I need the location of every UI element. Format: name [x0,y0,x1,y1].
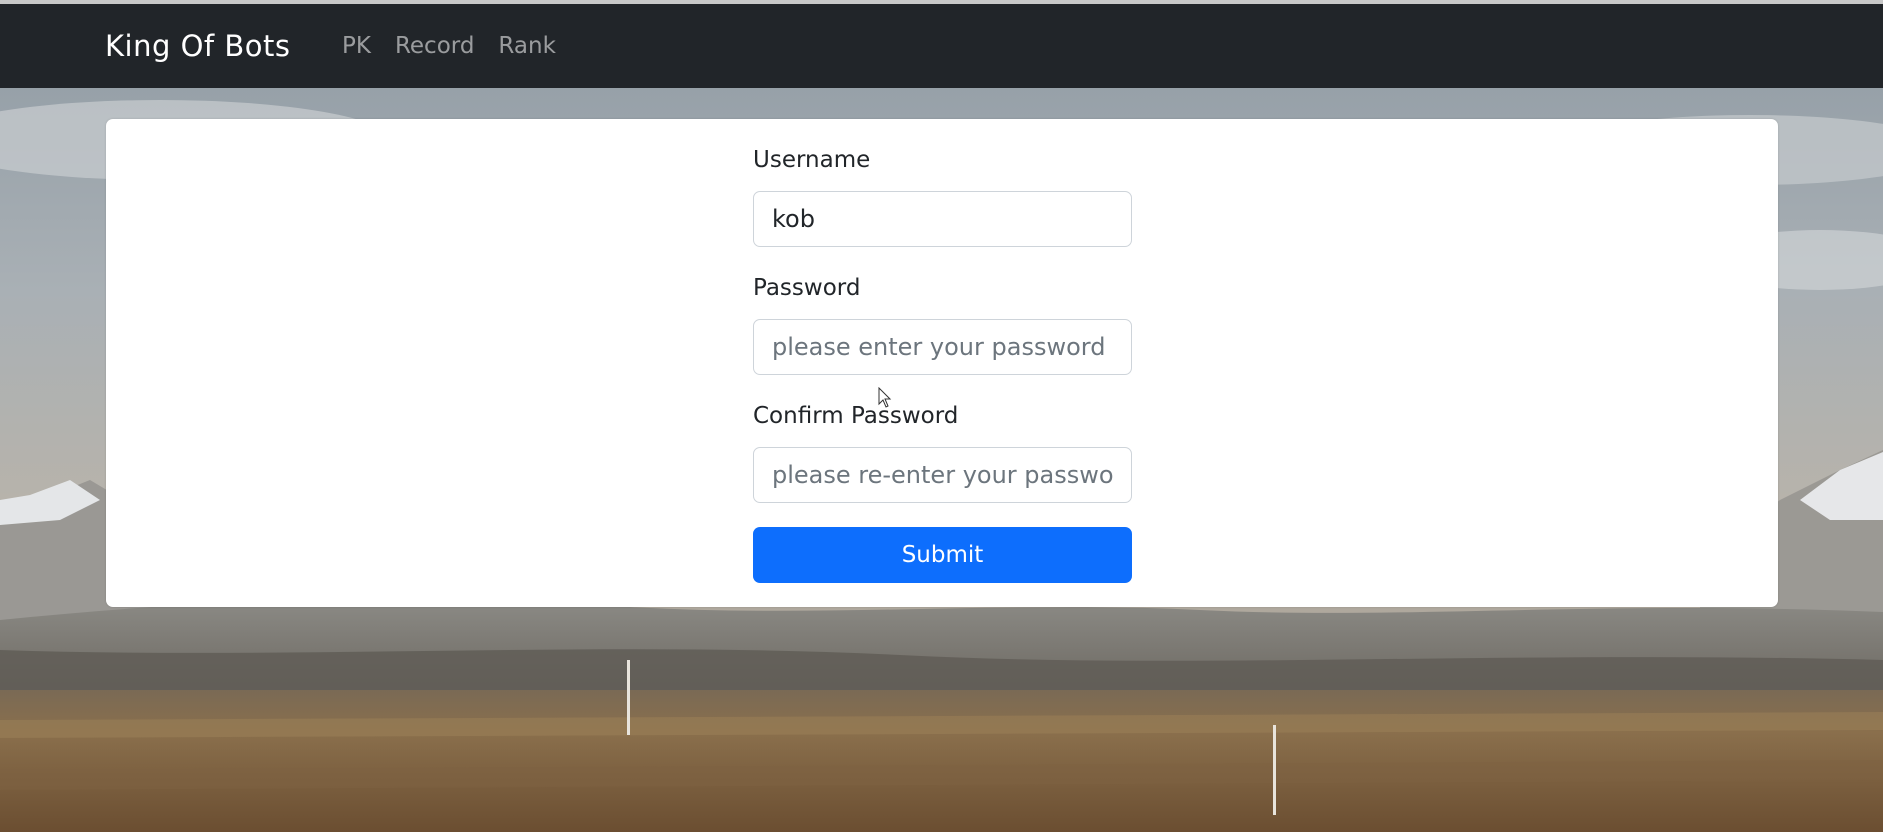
navbar: King Of Bots PK Record Rank [0,4,1883,88]
brand-logo-link[interactable]: King Of Bots [105,4,290,88]
window-top-border [0,0,1883,4]
password-label: Password [753,275,861,301]
nav-link-rank[interactable]: Rank [498,33,555,59]
mouse-cursor-icon [878,387,892,408]
submit-button[interactable]: Submit [753,527,1132,583]
nav-link-record[interactable]: Record [395,33,474,59]
nav-links: PK Record Rank [342,4,580,88]
confirm-password-label: Confirm Password [753,403,959,429]
password-input[interactable] [753,319,1132,375]
username-input[interactable] [753,191,1132,247]
confirm-password-input[interactable] [753,447,1132,503]
register-card: Username Password Confirm Password Submi… [106,119,1778,607]
nav-link-pk[interactable]: PK [342,33,371,59]
username-label: Username [753,147,871,173]
